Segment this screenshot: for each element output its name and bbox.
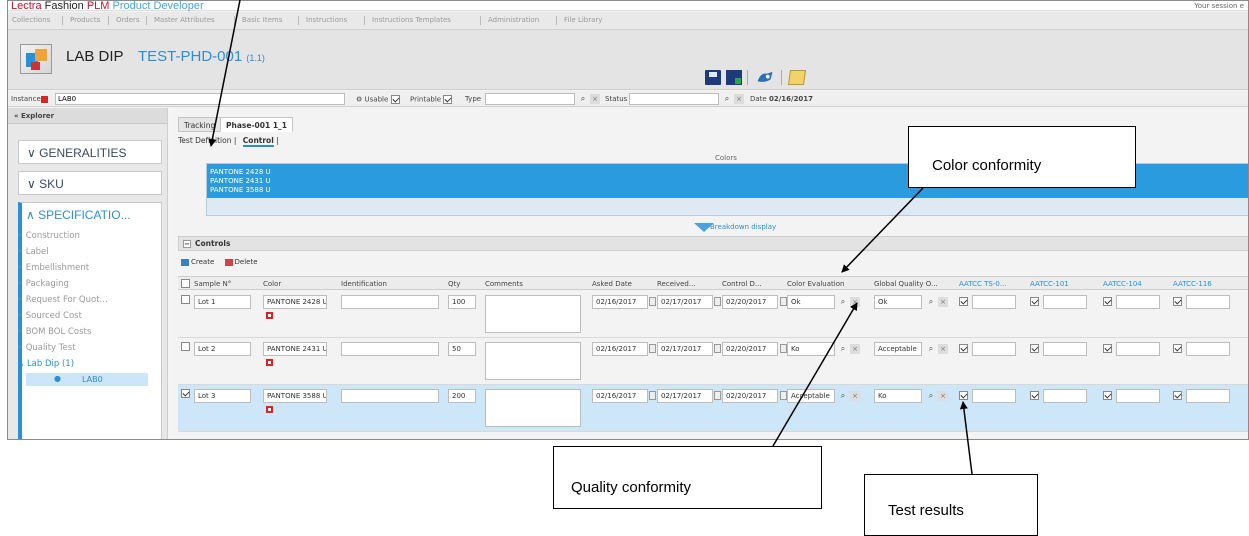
annotation-arrows [208, 0, 973, 475]
arrow-to-quality-field [772, 302, 858, 447]
arrow-to-test-results [959, 401, 973, 475]
arrow-to-color-evaluation [841, 187, 924, 273]
arrow-to-control-tab [208, 0, 241, 147]
